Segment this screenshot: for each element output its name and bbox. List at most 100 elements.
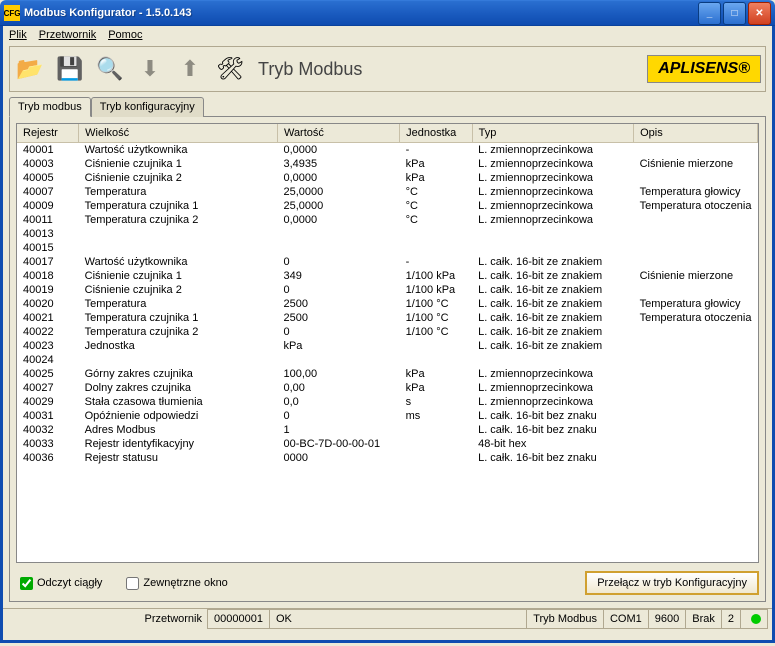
table-row[interactable]: 40032Adres Modbus1L. całk. 16-bit bez zn… [17, 423, 758, 437]
table-row[interactable]: 40025Górny zakres czujnika100,00kPaL. zm… [17, 367, 758, 381]
table-cell [634, 381, 758, 395]
table-cell [472, 353, 634, 367]
menu-help[interactable]: Pomoc [108, 29, 142, 41]
app-icon: CFG [4, 5, 20, 21]
search-icon[interactable]: 🔍 [92, 51, 128, 87]
table-cell: 40007 [17, 185, 79, 199]
checkbox-external-window[interactable]: Zewnętrzne okno [122, 574, 227, 593]
settings-icon[interactable]: 🛠 [212, 51, 248, 87]
table-cell: 0,0 [277, 395, 399, 409]
checkbox-continuous-read-input[interactable] [20, 577, 33, 590]
table-cell: 3,4935 [277, 157, 399, 171]
table-cell: L. całk. 16-bit bez znaku [472, 409, 634, 423]
table-cell: L. całk. 16-bit bez znaku [472, 423, 634, 437]
table-row[interactable]: 40001Wartość użytkownika0,0000-L. zmienn… [17, 143, 758, 158]
status-led-cell [740, 609, 768, 629]
status-converter-id: 00000001 [207, 609, 270, 629]
table-row[interactable]: 40011Temperatura czujnika 20,0000°CL. zm… [17, 213, 758, 227]
table-cell [634, 395, 758, 409]
table-row[interactable]: 40027Dolny zakres czujnika0,00kPaL. zmie… [17, 381, 758, 395]
table-cell [634, 143, 758, 158]
column-description[interactable]: Opis [634, 124, 758, 143]
table-row[interactable]: 40007Temperatura25,0000°CL. zmiennoprzec… [17, 185, 758, 199]
table-cell: 40017 [17, 255, 79, 269]
table-cell: 0000 [277, 451, 399, 465]
table-cell: L. zmiennoprzecinkowa [472, 381, 634, 395]
table-cell: L. zmiennoprzecinkowa [472, 185, 634, 199]
status-ok: OK [269, 609, 527, 629]
column-type[interactable]: Typ [472, 124, 634, 143]
table-cell [634, 437, 758, 451]
table-cell: 00-BC-7D-00-00-01 [277, 437, 399, 451]
save-icon[interactable]: 💾 [52, 51, 88, 87]
table-row[interactable]: 40009Temperatura czujnika 125,0000°CL. z… [17, 199, 758, 213]
maximize-button[interactable]: □ [723, 2, 746, 25]
download-icon: ⬇ [132, 51, 168, 87]
status-mode: Tryb Modbus [526, 609, 604, 629]
table-row[interactable]: 40019Ciśnienie czujnika 201/100 kPaL. ca… [17, 283, 758, 297]
table-cell [400, 353, 472, 367]
table-cell: L. zmiennoprzecinkowa [472, 157, 634, 171]
table-cell: Rejestr statusu [79, 451, 278, 465]
table-cell [400, 339, 472, 353]
table-row[interactable]: 40022Temperatura czujnika 201/100 °CL. c… [17, 325, 758, 339]
table-cell: L. całk. 16-bit ze znakiem [472, 297, 634, 311]
table-cell: kPa [400, 171, 472, 185]
column-value[interactable]: Wartość [277, 124, 399, 143]
checkbox-external-window-input[interactable] [126, 577, 139, 590]
table-row[interactable]: 40018Ciśnienie czujnika 13491/100 kPaL. … [17, 269, 758, 283]
column-unit[interactable]: Jednostka [400, 124, 472, 143]
close-button[interactable]: ✕ [748, 2, 771, 25]
table-row[interactable]: 40005Ciśnienie czujnika 20,0000kPaL. zmi… [17, 171, 758, 185]
table-cell [79, 353, 278, 367]
table-cell: 0 [277, 409, 399, 423]
table-cell: kPa [400, 157, 472, 171]
table-cell: L. całk. 16-bit ze znakiem [472, 269, 634, 283]
tab-config[interactable]: Tryb konfiguracyjny [91, 97, 204, 117]
table-cell: Górny zakres czujnika [79, 367, 278, 381]
table-row[interactable]: 40003Ciśnienie czujnika 13,4935kPaL. zmi… [17, 157, 758, 171]
menu-file[interactable]: Plik [9, 29, 27, 41]
table-cell [634, 423, 758, 437]
table-cell [79, 227, 278, 241]
status-port: COM1 [603, 609, 649, 629]
table-row[interactable]: 40023JednostkakPaL. całk. 16-bit ze znak… [17, 339, 758, 353]
table-cell: L. zmiennoprzecinkowa [472, 171, 634, 185]
table-cell: 40025 [17, 367, 79, 381]
table-cell: 40032 [17, 423, 79, 437]
table-cell: 40001 [17, 143, 79, 158]
table-cell: L. całk. 16-bit ze znakiem [472, 255, 634, 269]
table-row[interactable]: 40031Opóźnienie odpowiedzi0msL. całk. 16… [17, 409, 758, 423]
column-register[interactable]: Rejestr [17, 124, 79, 143]
open-icon[interactable]: 📂 [12, 51, 48, 87]
table-row[interactable]: 40020Temperatura25001/100 °CL. całk. 16-… [17, 297, 758, 311]
table-cell: 1/100 kPa [400, 283, 472, 297]
switch-mode-button[interactable]: Przełącz w tryb Konfiguracyjny [585, 571, 759, 595]
main-panel: Rejestr Wielkość Wartość Jednostka Typ O… [9, 116, 766, 602]
register-grid[interactable]: Rejestr Wielkość Wartość Jednostka Typ O… [16, 123, 759, 563]
toolbar-mode-label: Tryb Modbus [258, 59, 647, 80]
table-cell [634, 227, 758, 241]
table-row[interactable]: 40015 [17, 241, 758, 255]
table-row[interactable]: 40029Stała czasowa tłumienia0,0sL. zmien… [17, 395, 758, 409]
table-row[interactable]: 40036Rejestr statusu0000L. całk. 16-bit … [17, 451, 758, 465]
minimize-button[interactable]: _ [698, 2, 721, 25]
column-quantity[interactable]: Wielkość [79, 124, 278, 143]
titlebar[interactable]: CFG Modbus Konfigurator - 1.5.0.143 _ □ … [0, 0, 775, 26]
table-cell: L. zmiennoprzecinkowa [472, 143, 634, 158]
table-row[interactable]: 40013 [17, 227, 758, 241]
table-row[interactable]: 40024 [17, 353, 758, 367]
table-row[interactable]: 40017Wartość użytkownika0-L. całk. 16-bi… [17, 255, 758, 269]
tab-modbus[interactable]: Tryb modbus [9, 97, 91, 117]
table-cell: Ciśnienie mierzone [634, 157, 758, 171]
menu-converter[interactable]: Przetwornik [39, 29, 96, 41]
table-cell: 0,0000 [277, 143, 399, 158]
table-row[interactable]: 40021Temperatura czujnika 125001/100 °CL… [17, 311, 758, 325]
table-cell: L. zmiennoprzecinkowa [472, 213, 634, 227]
table-row[interactable]: 40033Rejestr identyfikacyjny00-BC-7D-00-… [17, 437, 758, 451]
table-cell: 40003 [17, 157, 79, 171]
table-cell [634, 367, 758, 381]
checkbox-continuous-read[interactable]: Odczyt ciągły [16, 574, 102, 593]
table-cell: Ciśnienie czujnika 1 [79, 269, 278, 283]
table-cell [277, 241, 399, 255]
